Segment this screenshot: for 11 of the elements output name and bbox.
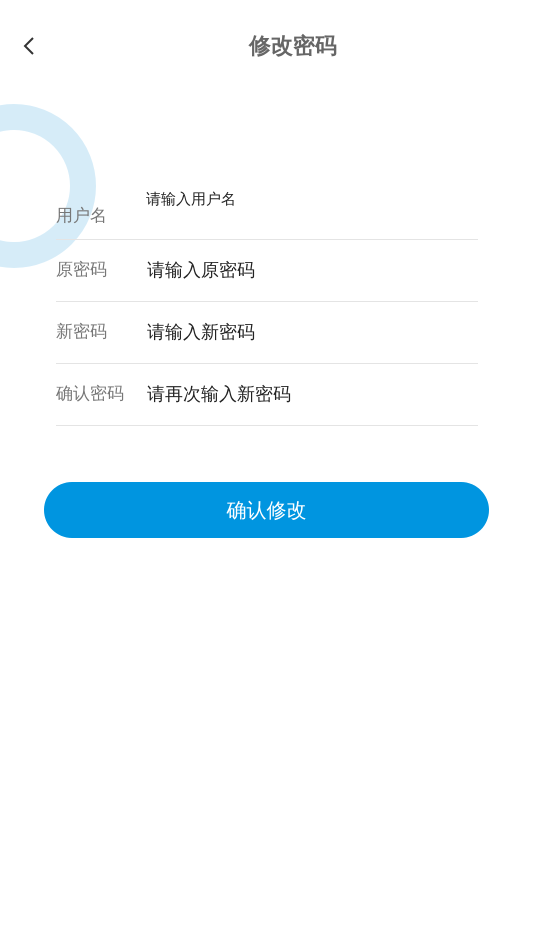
input-field[interactable]: 请输入用户名	[146, 188, 466, 210]
back-icon	[23, 36, 35, 56]
input-field[interactable]: 请再次输入新密码	[147, 382, 467, 408]
field-label: 确认密码	[56, 382, 125, 406]
input-field[interactable]: 请输入原密码	[147, 258, 467, 284]
page-title: 修改密码	[249, 32, 337, 61]
confirm-button[interactable]: 确认修改	[44, 482, 489, 538]
input-field[interactable]: 请输入新密码	[147, 320, 467, 346]
field-label: 原密码	[56, 258, 108, 282]
field-label: 用户名	[56, 205, 107, 228]
field-label: 新密码	[56, 320, 108, 344]
